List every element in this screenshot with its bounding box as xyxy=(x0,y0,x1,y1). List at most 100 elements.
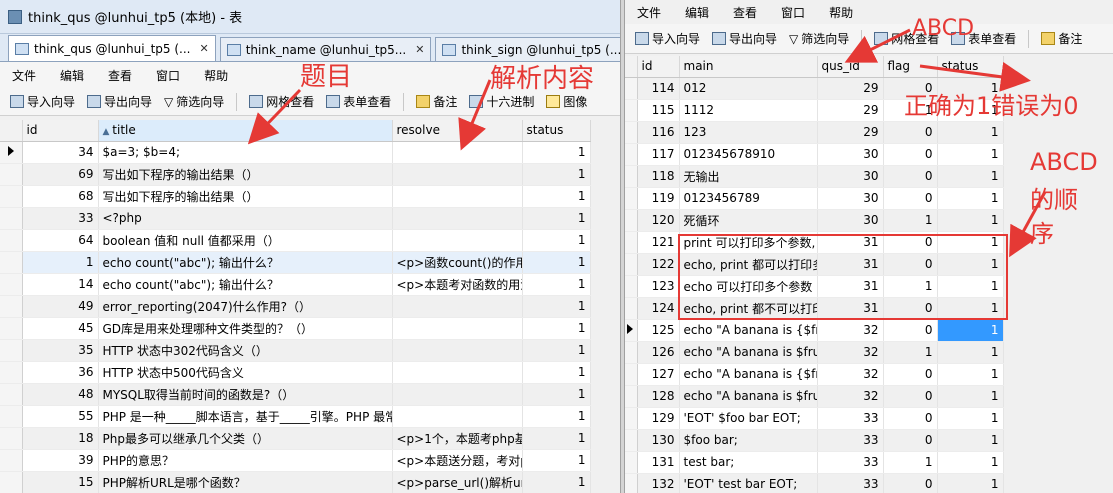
cell-status[interactable]: 1 xyxy=(522,185,591,208)
column-header-status[interactable]: status xyxy=(522,120,591,142)
table-row[interactable]: 132 'EOT' test bar EOT; 33 0 1 xyxy=(625,473,1004,493)
cell-id[interactable]: 64 xyxy=(22,229,99,252)
cell-resolve[interactable] xyxy=(392,141,523,164)
menu-file[interactable]: 文件 xyxy=(625,4,673,21)
cell-flag[interactable]: 0 xyxy=(883,77,938,100)
cell-status[interactable]: 1 xyxy=(937,429,1004,452)
table-row[interactable]: 18 Php最多可以继承几个父类（） <p>1个，本题考php基 1 xyxy=(0,427,591,450)
filter-wizard-button[interactable]: ▽ 筛选向导 xyxy=(783,30,855,47)
cell-resolve[interactable] xyxy=(392,405,523,428)
cell-main[interactable]: 'EOT' $foo bar EOT; xyxy=(679,407,818,430)
cell-flag[interactable]: 0 xyxy=(883,165,938,188)
tab-think-sign[interactable]: think_sign @lunhui_tp5 (... ✕ xyxy=(435,37,620,61)
cell-id[interactable]: 132 xyxy=(637,473,680,493)
cell-id[interactable]: 116 xyxy=(637,121,680,144)
cell-status[interactable]: 1 xyxy=(937,209,1004,232)
table-row[interactable]: 115 1112 29 1 1 xyxy=(625,99,1004,122)
table-row[interactable]: 125 echo "A banana is {$fr 32 0 1 xyxy=(625,319,1004,342)
cell-id[interactable]: 45 xyxy=(22,317,99,340)
cell-flag[interactable]: 0 xyxy=(883,143,938,166)
table-row[interactable]: 129 'EOT' $foo bar EOT; 33 0 1 xyxy=(625,407,1004,430)
cell-qus-id[interactable]: 29 xyxy=(817,121,884,144)
cell-status[interactable]: 1 xyxy=(937,143,1004,166)
cell-status[interactable]: 1 xyxy=(937,121,1004,144)
cell-status[interactable]: 1 xyxy=(937,407,1004,430)
menu-view[interactable]: 查看 xyxy=(721,4,769,21)
cell-id[interactable]: 127 xyxy=(637,363,680,386)
cell-main[interactable]: 'EOT' test bar EOT; xyxy=(679,473,818,493)
table-row[interactable]: 120 死循环 30 1 1 xyxy=(625,209,1004,232)
cell-main[interactable]: echo 可以打印多个参数 xyxy=(679,275,818,298)
table-row[interactable]: 117 012345678910 30 0 1 xyxy=(625,143,1004,166)
cell-id[interactable]: 129 xyxy=(637,407,680,430)
cell-resolve[interactable] xyxy=(392,207,523,230)
cell-status[interactable]: 1 xyxy=(937,297,1004,320)
cell-status[interactable]: 1 xyxy=(522,449,591,472)
table-row[interactable]: 114 012 29 0 1 xyxy=(625,77,1004,100)
close-icon[interactable]: ✕ xyxy=(415,43,424,56)
cell-id[interactable]: 123 xyxy=(637,275,680,298)
cell-title[interactable]: Php最多可以继承几个父类（） xyxy=(98,427,393,450)
cell-resolve[interactable]: <p>本题考对函数的用法 xyxy=(392,273,523,296)
cell-main[interactable]: 012345678910 xyxy=(679,143,818,166)
cell-qus-id[interactable]: 31 xyxy=(817,275,884,298)
table-row[interactable]: 126 echo "A banana is $fru 32 1 1 xyxy=(625,341,1004,364)
menu-help[interactable]: 帮助 xyxy=(817,4,865,21)
cell-qus-id[interactable]: 30 xyxy=(817,209,884,232)
cell-resolve[interactable]: <p>1个，本题考php基 xyxy=(392,427,523,450)
cell-resolve[interactable] xyxy=(392,383,523,406)
table-row[interactable]: 35 HTTP 状态中302代码含义（） 1 xyxy=(0,339,591,362)
cell-flag[interactable]: 0 xyxy=(883,429,938,452)
column-header-id[interactable]: id xyxy=(22,120,99,142)
export-wizard-button[interactable]: 导出向导 xyxy=(81,93,158,110)
cell-qus-id[interactable]: 33 xyxy=(817,473,884,493)
cell-status[interactable]: 1 xyxy=(937,231,1004,254)
cell-id[interactable]: 34 xyxy=(22,141,99,164)
table-row[interactable]: 14 echo count("abc"); 输出什么？ <p>本题考对函数的用法 1 xyxy=(0,273,591,296)
table-row[interactable]: 118 无输出 30 0 1 xyxy=(625,165,1004,188)
cell-status[interactable]: 1 xyxy=(937,451,1004,474)
cell-title[interactable]: echo count("abc"); 输出什么？ xyxy=(98,273,393,296)
column-header-status[interactable]: status xyxy=(937,56,1004,78)
cell-resolve[interactable]: <p>本题送分题，考对p xyxy=(392,449,523,472)
cell-flag[interactable]: 0 xyxy=(883,231,938,254)
cell-flag[interactable]: 0 xyxy=(883,363,938,386)
cell-title[interactable]: HTTP 状态中302代码含义（） xyxy=(98,339,393,362)
cell-status[interactable]: 1 xyxy=(522,405,591,428)
cell-main[interactable]: echo, print 都可以打印多 xyxy=(679,253,818,276)
cell-qus-id[interactable]: 33 xyxy=(817,451,884,474)
cell-id[interactable]: 119 xyxy=(637,187,680,210)
cell-flag[interactable]: 0 xyxy=(883,407,938,430)
cell-main[interactable]: 1112 xyxy=(679,99,818,122)
table-row[interactable]: 45 GD库是用来处理哪种文件类型的？（） 1 xyxy=(0,317,591,340)
cell-resolve[interactable] xyxy=(392,339,523,362)
cell-title[interactable]: echo count("abc"); 输出什么？ xyxy=(98,251,393,274)
menu-edit[interactable]: 编辑 xyxy=(673,4,721,21)
cell-id[interactable]: 68 xyxy=(22,185,99,208)
cell-id[interactable]: 14 xyxy=(22,273,99,296)
cell-status[interactable]: 1 xyxy=(937,473,1004,493)
cell-status[interactable]: 1 xyxy=(937,165,1004,188)
cell-qus-id[interactable]: 30 xyxy=(817,143,884,166)
cell-qus-id[interactable]: 30 xyxy=(817,165,884,188)
cell-main[interactable]: 0123456789 xyxy=(679,187,818,210)
cell-id[interactable]: 128 xyxy=(637,385,680,408)
cell-main[interactable]: echo, print 都不可以打印 xyxy=(679,297,818,320)
cell-id[interactable]: 55 xyxy=(22,405,99,428)
cell-flag[interactable]: 0 xyxy=(883,385,938,408)
menu-window[interactable]: 窗口 xyxy=(144,67,192,84)
cell-id[interactable]: 114 xyxy=(637,77,680,100)
cell-qus-id[interactable]: 32 xyxy=(817,363,884,386)
column-header-id[interactable]: id xyxy=(637,56,680,78)
table-row[interactable]: 1 echo count("abc"); 输出什么？ <p>函数count()的作用… xyxy=(0,251,591,274)
table-row[interactable]: 34 $a=3; $b=4; 1 xyxy=(0,141,591,164)
cell-flag[interactable]: 1 xyxy=(883,275,938,298)
cell-flag[interactable]: 0 xyxy=(883,473,938,493)
import-wizard-button[interactable]: 导入向导 xyxy=(629,30,706,47)
cell-status[interactable]: 1 xyxy=(937,99,1004,122)
cell-status[interactable]: 1 xyxy=(937,275,1004,298)
cell-status[interactable]: 1 xyxy=(522,339,591,362)
cell-flag[interactable]: 1 xyxy=(883,209,938,232)
cell-id[interactable]: 124 xyxy=(637,297,680,320)
cell-id[interactable]: 15 xyxy=(22,471,99,493)
